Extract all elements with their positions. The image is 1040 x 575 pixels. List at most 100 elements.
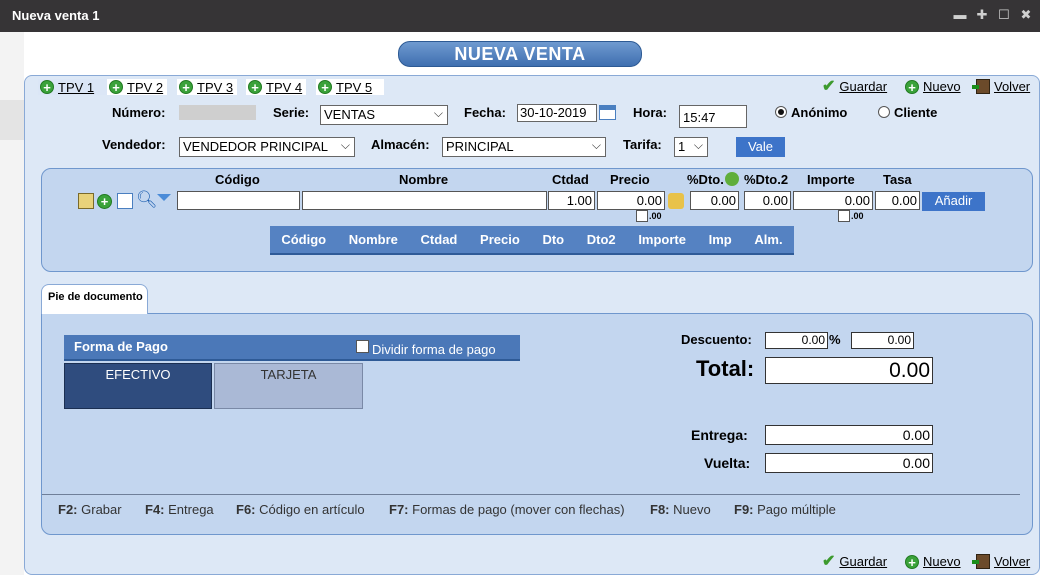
tab-pie-de-documento[interactable]: Pie de documento bbox=[41, 284, 148, 314]
nombre-input[interactable] bbox=[302, 191, 547, 210]
tab-tpv-3[interactable]: + TPV 3 bbox=[177, 79, 238, 95]
numero-field bbox=[179, 105, 256, 120]
serie-select[interactable]: VENTAS bbox=[320, 104, 448, 125]
shortcut-f9: F9: Pago múltiple bbox=[734, 502, 836, 517]
tab-tpv-2[interactable]: + TPV 2 bbox=[107, 79, 168, 95]
tab-tpv-1[interactable]: + TPV 1 bbox=[38, 79, 108, 95]
descuento-pct-input[interactable]: 0.00 bbox=[765, 332, 828, 349]
back-button-bottom[interactable]: Volver bbox=[972, 554, 1031, 569]
add-line-button[interactable]: Añadir bbox=[922, 192, 985, 211]
dto2-input[interactable]: 0.00 bbox=[744, 191, 791, 210]
table-col-dto2[interactable]: Dto2 bbox=[587, 232, 616, 247]
tasa-input[interactable]: 0.00 bbox=[875, 191, 920, 210]
save-button-bottom[interactable]: ✔ Guardar bbox=[822, 553, 888, 569]
save-button[interactable]: ✔ Guardar bbox=[822, 77, 888, 95]
col-importe-header: Importe bbox=[807, 172, 855, 187]
edit-note-icon[interactable] bbox=[78, 193, 94, 209]
fecha-label: Fecha: bbox=[464, 105, 506, 120]
grid-select-icon[interactable] bbox=[117, 193, 133, 209]
vale-button[interactable]: Vale bbox=[736, 137, 785, 157]
vendedor-label: Vendedor: bbox=[102, 137, 166, 152]
table-col-alm[interactable]: Alm. bbox=[754, 232, 782, 247]
plus-icon: + bbox=[905, 79, 919, 94]
move-icon[interactable]: ✚ bbox=[974, 7, 990, 23]
vuelta-value: 0.00 bbox=[902, 455, 930, 471]
entrega-input[interactable]: 0.00 bbox=[765, 425, 933, 445]
cliente-radio[interactable] bbox=[878, 106, 890, 118]
tab-label: TPV 4 bbox=[266, 79, 303, 95]
left-gutter-shade bbox=[0, 100, 24, 140]
precio-input[interactable]: 0.00 bbox=[597, 191, 665, 210]
col-dto2-header: %Dto.2 bbox=[744, 172, 789, 187]
anonimo-label: Anónimo bbox=[791, 105, 848, 120]
split-payment-checkbox[interactable] bbox=[356, 340, 369, 353]
save-label: Guardar bbox=[839, 79, 888, 94]
vendedor-select[interactable]: VENDEDOR PRINCIPAL bbox=[179, 136, 355, 157]
precio-decimals-label: .00 bbox=[649, 211, 662, 221]
vuelta-label: Vuelta: bbox=[704, 455, 751, 471]
maximize-icon[interactable]: ☐ bbox=[996, 7, 1012, 23]
entrega-value: 0.00 bbox=[902, 427, 930, 443]
ctdad-input[interactable]: 1.00 bbox=[548, 191, 595, 210]
save-label: Guardar bbox=[839, 554, 888, 569]
almacen-value: PRINCIPAL bbox=[446, 139, 514, 154]
exit-door-icon bbox=[972, 79, 990, 94]
payment-method-bar: Forma de Pago Dividir forma de pago bbox=[64, 335, 520, 361]
col-codigo-header: Código bbox=[215, 172, 260, 187]
numero-label: Número: bbox=[112, 105, 166, 120]
ctdad-value: 1.00 bbox=[566, 193, 592, 208]
payment-title: Forma de Pago bbox=[74, 339, 168, 354]
table-col-precio[interactable]: Precio bbox=[480, 232, 520, 247]
col-nombre-header: Nombre bbox=[399, 172, 449, 187]
col-tasa-header: Tasa bbox=[883, 172, 912, 187]
plus-icon: + bbox=[905, 554, 919, 569]
fecha-input[interactable]: 30-10-2019 bbox=[517, 104, 597, 122]
descuento-amount-input[interactable]: 0.00 bbox=[851, 332, 914, 349]
table-col-dto[interactable]: Dto bbox=[542, 232, 564, 247]
tab-label: TPV 2 bbox=[127, 79, 164, 95]
dto-value: 0.00 bbox=[710, 193, 736, 208]
search-icon[interactable]: 🔍︎ bbox=[136, 190, 158, 210]
col-ctdad-header: Ctdad bbox=[552, 172, 589, 187]
codigo-input[interactable] bbox=[177, 191, 300, 210]
filter-icon[interactable] bbox=[157, 194, 171, 201]
hora-input[interactable]: 15:47 bbox=[679, 105, 747, 128]
importe-decimals-checkbox[interactable] bbox=[838, 210, 850, 222]
precio-value: 0.00 bbox=[636, 193, 662, 208]
minimize-icon[interactable]: ▬ bbox=[952, 7, 968, 23]
close-icon[interactable]: ✖ bbox=[1018, 7, 1034, 23]
dto-input[interactable]: 0.00 bbox=[690, 191, 739, 210]
table-col-importe[interactable]: Importe bbox=[638, 232, 686, 247]
back-button[interactable]: Volver bbox=[972, 79, 1030, 94]
tarifa-label: Tarifa: bbox=[623, 137, 662, 152]
anonimo-radio[interactable] bbox=[775, 106, 787, 118]
new-button[interactable]: + Nuevo bbox=[905, 79, 961, 94]
tab-tpv-4[interactable]: + TPV 4 bbox=[246, 79, 307, 95]
shortcut-f8: F8: Nuevo bbox=[650, 502, 711, 517]
tab-label: TPV 1 bbox=[58, 79, 95, 95]
payment-method-efectivo[interactable]: EFECTIVO bbox=[64, 363, 212, 409]
lines-table-header: Código Nombre Ctdad Precio Dto Dto2 Impo… bbox=[270, 226, 794, 255]
precio-decimals-checkbox[interactable] bbox=[636, 210, 648, 222]
price-add-icon[interactable] bbox=[668, 193, 684, 209]
importe-input[interactable]: 0.00 bbox=[793, 191, 873, 210]
col-precio-header: Precio bbox=[610, 172, 650, 187]
tab-tpv-5[interactable]: + TPV 5 bbox=[316, 79, 384, 95]
entrega-label: Entrega: bbox=[691, 427, 748, 443]
add-product-icon[interactable]: + bbox=[97, 194, 112, 209]
table-col-codigo[interactable]: Código bbox=[281, 232, 326, 247]
table-col-ctdad[interactable]: Ctdad bbox=[421, 232, 458, 247]
back-label: Volver bbox=[994, 554, 1031, 569]
table-col-imp[interactable]: Imp bbox=[709, 232, 732, 247]
plus-icon: + bbox=[40, 80, 54, 94]
almacen-select[interactable]: PRINCIPAL bbox=[442, 136, 606, 157]
split-payment-label: Dividir forma de pago bbox=[372, 342, 496, 357]
importe-decimals-label: .00 bbox=[851, 211, 864, 221]
payment-method-tarjeta[interactable]: TARJETA bbox=[214, 363, 363, 409]
checkmark-icon: ✔ bbox=[822, 77, 836, 95]
tarifa-select[interactable]: 1 bbox=[674, 136, 708, 157]
refresh-icon[interactable] bbox=[725, 172, 739, 186]
calendar-icon[interactable] bbox=[599, 105, 616, 120]
table-col-nombre[interactable]: Nombre bbox=[349, 232, 398, 247]
new-button-bottom[interactable]: + Nuevo bbox=[905, 554, 961, 569]
